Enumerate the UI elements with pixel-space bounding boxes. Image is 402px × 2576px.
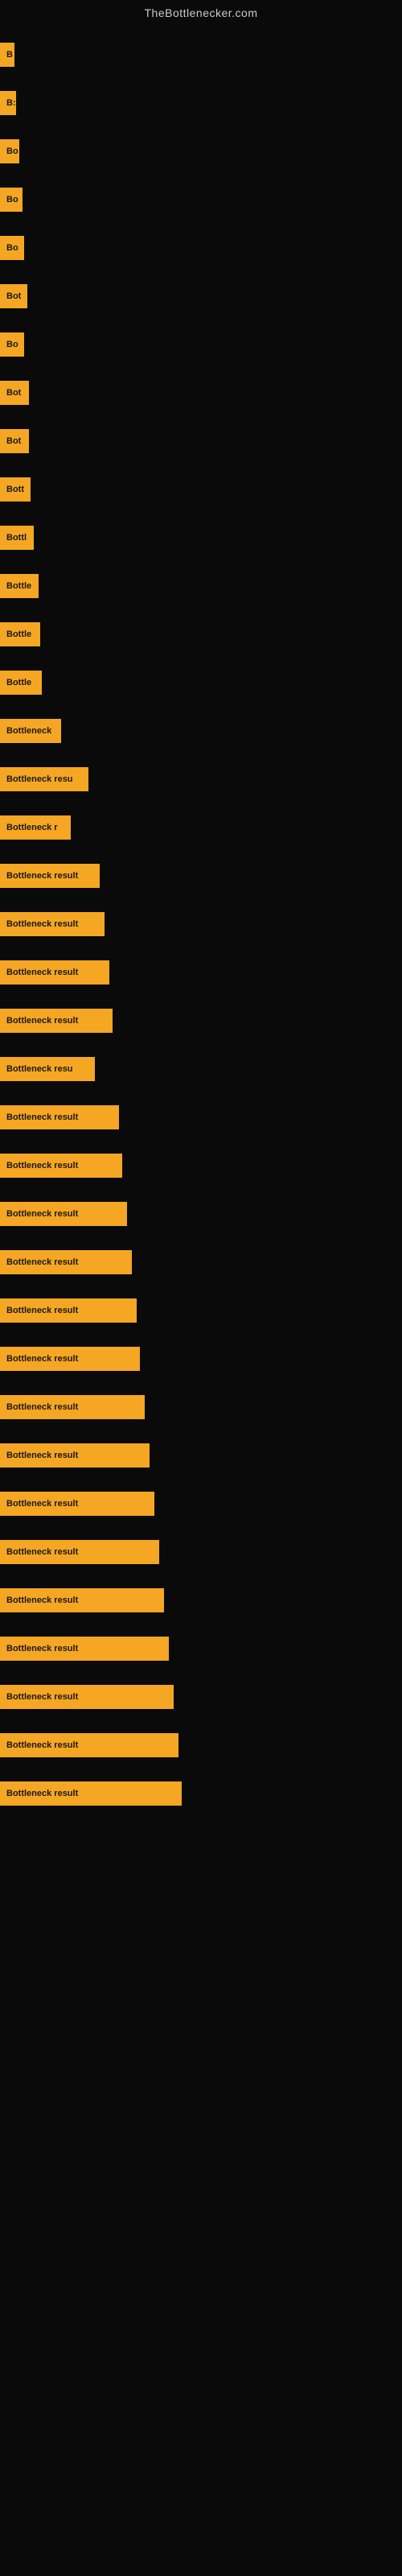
bar-row: Bottleneck result — [0, 1480, 402, 1528]
bar-label: Bottleneck result — [0, 1105, 119, 1129]
bar-row: Bo — [0, 224, 402, 272]
bar-label: B — [0, 43, 14, 67]
bar-label: B: — [0, 91, 16, 115]
bar-row: Bottleneck result — [0, 900, 402, 948]
bar-label: Bottleneck — [0, 719, 61, 743]
bar-row: Bottleneck resu — [0, 755, 402, 803]
bar-label: Bottle — [0, 671, 42, 695]
bar-row: Bottle — [0, 658, 402, 707]
bar-row: Bottl — [0, 514, 402, 562]
bar-row: Bottleneck result — [0, 1335, 402, 1383]
bar-row: Bottleneck result — [0, 1624, 402, 1673]
bar-row: Bot — [0, 272, 402, 320]
bar-row: Bottleneck result — [0, 1528, 402, 1576]
bar-label: Bottleneck r — [0, 815, 71, 840]
bar-row: B — [0, 31, 402, 79]
bar-label: Bottleneck result — [0, 1588, 164, 1612]
bar-label: Bottleneck result — [0, 912, 105, 936]
bar-row: Bottleneck result — [0, 948, 402, 997]
bar-row: Bottleneck result — [0, 997, 402, 1045]
bar-label: Bot — [0, 429, 29, 453]
bar-label: Bottleneck resu — [0, 1057, 95, 1081]
bar-label: Bo — [0, 188, 23, 212]
bar-row: Bottle — [0, 562, 402, 610]
bar-row: Bottleneck resu — [0, 1045, 402, 1093]
bar-label: Bott — [0, 477, 31, 502]
bar-row: Bottleneck result — [0, 1721, 402, 1769]
bar-label: Bottleneck resu — [0, 767, 88, 791]
bar-label: Bottleneck result — [0, 960, 109, 985]
bar-label: Bottleneck result — [0, 1009, 113, 1033]
bar-label: Bo — [0, 236, 24, 260]
bars-container: B B: Bo Bo Bo Bot Bo Bot Bot Bott Bottl Bottle Bottl… — [0, 23, 402, 1826]
bar-label: Bo — [0, 332, 24, 357]
bar-row: Bottle — [0, 610, 402, 658]
bar-label: Bottleneck result — [0, 1637, 169, 1661]
bar-row: Bottleneck result — [0, 1190, 402, 1238]
bar-label: Bottleneck result — [0, 1395, 145, 1419]
bar-label: Bottleneck result — [0, 1781, 182, 1806]
bar-label: Bottleneck result — [0, 1202, 127, 1226]
bar-label: Bottle — [0, 574, 39, 598]
bar-row: Bottleneck r — [0, 803, 402, 852]
bar-row: Bottleneck result — [0, 1383, 402, 1431]
bar-row: Bottleneck result — [0, 1431, 402, 1480]
bar-label: Bottleneck result — [0, 1733, 178, 1757]
bar-label: Bottle — [0, 622, 40, 646]
bar-row: Bottleneck result — [0, 1673, 402, 1721]
bar-row: Bo — [0, 127, 402, 175]
bar-label: Bot — [0, 284, 27, 308]
bar-label: Bot — [0, 381, 29, 405]
bar-row: Bo — [0, 175, 402, 224]
bar-label: Bottleneck result — [0, 1492, 154, 1516]
bar-label: Bo — [0, 139, 19, 163]
bar-row: Bottleneck result — [0, 1238, 402, 1286]
bar-row: Bot — [0, 417, 402, 465]
bar-label: Bottleneck result — [0, 1298, 137, 1323]
bar-row: B: — [0, 79, 402, 127]
bar-label: Bottleneck result — [0, 1540, 159, 1564]
bar-label: Bottleneck result — [0, 1685, 174, 1709]
bar-row: Bo — [0, 320, 402, 369]
bar-label: Bottleneck result — [0, 1347, 140, 1371]
bar-row: Bottleneck result — [0, 1286, 402, 1335]
bar-row: Bottleneck — [0, 707, 402, 755]
bar-label: Bottleneck result — [0, 1443, 150, 1468]
bar-label: Bottleneck result — [0, 864, 100, 888]
bar-row: Bottleneck result — [0, 852, 402, 900]
bar-row: Bottleneck result — [0, 1576, 402, 1624]
site-title: TheBottlenecker.com — [0, 0, 402, 23]
bar-row: Bottleneck result — [0, 1769, 402, 1818]
bar-row: Bottleneck result — [0, 1141, 402, 1190]
bar-label: Bottleneck result — [0, 1250, 132, 1274]
bar-row: Bot — [0, 369, 402, 417]
bar-label: Bottleneck result — [0, 1154, 122, 1178]
bar-label: Bottl — [0, 526, 34, 550]
bar-row: Bott — [0, 465, 402, 514]
bar-row: Bottleneck result — [0, 1093, 402, 1141]
